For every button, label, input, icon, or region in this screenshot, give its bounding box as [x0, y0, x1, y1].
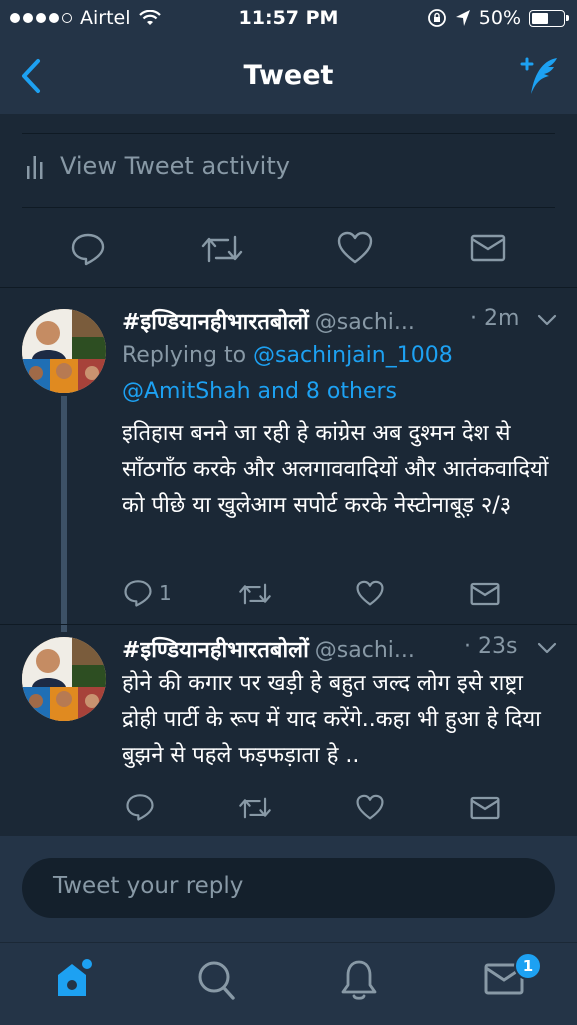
location-icon [455, 10, 470, 26]
divider [22, 207, 555, 208]
status-bar: Airtel 11:57 PM 50% [0, 0, 577, 38]
replying-to-others-link[interactable]: @AmitShah and 8 others [122, 379, 397, 404]
retweet-icon[interactable] [238, 580, 272, 608]
notifications-bell-icon[interactable] [340, 959, 378, 1001]
status-right: 50% [427, 7, 569, 29]
user-handle[interactable]: @sachi... [315, 638, 415, 663]
rotation-lock-icon [427, 9, 446, 27]
retweet-icon[interactable] [238, 794, 272, 822]
activity-bars-icon [27, 156, 43, 179]
nav-bar: Tweet [0, 38, 577, 114]
tweet-text: होने की कगार पर खड़ी हे बहुत जल्द लोग इस… [122, 671, 541, 768]
replying-to-label: Replying to [122, 343, 247, 368]
user-handle[interactable]: @sachi... [315, 310, 415, 335]
reply-action[interactable]: 1 [123, 578, 172, 608]
reply-icon[interactable] [70, 231, 106, 267]
avatar[interactable] [22, 637, 106, 721]
display-name[interactable]: #इण्डियानहीभारतबोलों [122, 310, 309, 335]
tweet-time: · 23s [464, 634, 518, 659]
divider [0, 287, 577, 288]
reply-count: 1 [159, 581, 172, 605]
direct-message-icon[interactable] [470, 234, 506, 262]
battery-percent: 50% [478, 7, 521, 29]
home-icon[interactable] [54, 955, 94, 999]
reply-icon[interactable] [125, 792, 155, 822]
tweet-header: #इण्डियानहीभारतबोलों @sachi... [122, 634, 415, 664]
replying-to: Replying to @sachinjain_1008 @AmitShah a… [122, 338, 562, 410]
like-heart-icon[interactable] [356, 794, 384, 821]
avatar[interactable] [22, 309, 106, 393]
battery-icon [529, 9, 569, 27]
view-tweet-activity[interactable]: View Tweet activity [26, 152, 290, 180]
reply-icon [124, 580, 152, 607]
direct-message-icon[interactable] [470, 796, 500, 820]
compose-tweet-icon[interactable] [519, 54, 559, 98]
view-tweet-activity-label: View Tweet activity [60, 152, 290, 180]
tweet-header: #इण्डियानहीभारतबोलों @sachi... [122, 306, 415, 336]
retweet-icon[interactable] [200, 231, 244, 267]
messages-unread-badge: 1 [514, 952, 542, 980]
chevron-down-icon[interactable] [537, 641, 557, 655]
replying-to-user-link[interactable]: @sachinjain_1008 [253, 343, 453, 368]
like-heart-icon[interactable] [337, 231, 373, 265]
reply-composer: Tweet your reply [0, 836, 577, 942]
display-name[interactable]: #इण्डियानहीभारतबोलों [122, 638, 309, 663]
search-icon[interactable] [196, 959, 236, 1001]
thread-connector [61, 396, 67, 632]
divider [22, 133, 555, 134]
tweet-text: इतिहास बनने जा रही हे कांग्रेस अब दुश्मन… [122, 421, 549, 518]
chevron-down-icon[interactable] [537, 313, 557, 327]
divider [0, 624, 577, 625]
tweet-time: · 2m [470, 306, 520, 331]
like-heart-icon[interactable] [356, 580, 384, 607]
tweet-reply-input[interactable]: Tweet your reply [22, 858, 555, 918]
direct-message-icon[interactable] [470, 582, 500, 606]
tab-bar [0, 942, 577, 1025]
page-title: Tweet [243, 60, 334, 91]
